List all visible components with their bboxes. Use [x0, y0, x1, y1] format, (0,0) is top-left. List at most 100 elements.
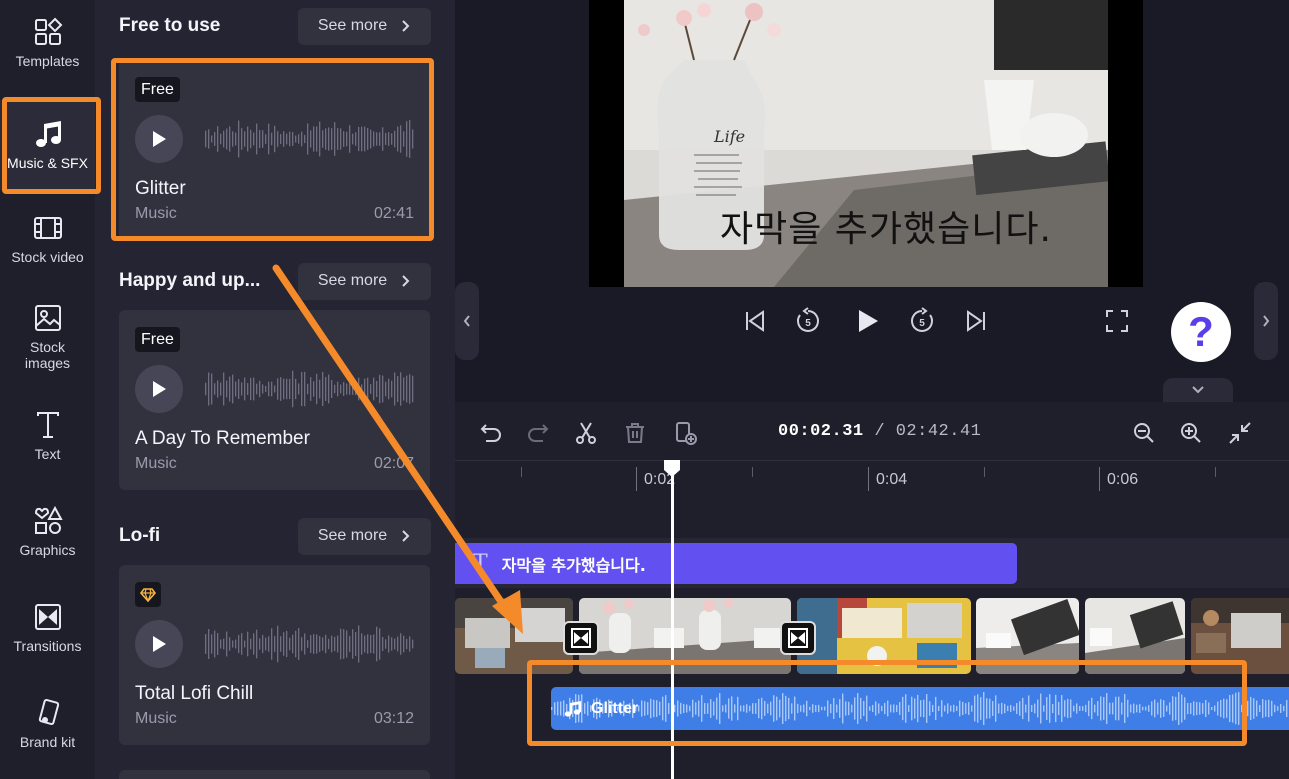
split-button[interactable]	[568, 415, 604, 451]
undo-button[interactable]	[473, 415, 509, 451]
expand-right-panel-button[interactable]	[1254, 282, 1278, 360]
templates-icon	[33, 17, 63, 47]
skip-to-start-button[interactable]	[737, 303, 773, 339]
video-clip[interactable]	[976, 598, 1079, 674]
transition-icon	[33, 602, 63, 632]
play-icon	[859, 310, 878, 332]
audio-clip-label: Glitter	[563, 687, 638, 730]
see-more-label: See more	[317, 17, 388, 34]
audio-library-panel: Free to use See more Free Glitter Music …	[95, 0, 455, 779]
ruler-label: 0:06	[1107, 471, 1139, 488]
audio-card-total-lofi-chill[interactable]: Total Lofi Chill Music 03:12	[119, 565, 430, 745]
see-more-button[interactable]: See more	[298, 7, 431, 45]
rewind-5-icon: 5	[797, 307, 819, 332]
free-badge: Free	[135, 77, 180, 102]
video-clip[interactable]	[455, 598, 573, 674]
chevron-right-icon	[1263, 315, 1270, 327]
skip-forward-icon	[967, 310, 985, 332]
chevron-right-icon	[402, 530, 410, 542]
track-category: Music	[135, 710, 177, 727]
help-button[interactable]: ?	[1171, 302, 1231, 362]
transition-icon	[788, 628, 808, 648]
zoom-in-button[interactable]	[1173, 415, 1209, 451]
audio-clip-name: Glitter	[591, 699, 639, 717]
see-more-button[interactable]: See more	[298, 262, 431, 300]
track-title: A Day To Remember	[135, 428, 310, 449]
sidebar-item-label: Templates	[15, 53, 80, 69]
skip-to-end-button[interactable]	[958, 303, 994, 339]
fullscreen-button[interactable]	[1099, 303, 1135, 339]
play-icon	[153, 381, 166, 397]
video-clip[interactable]	[1085, 598, 1185, 674]
track-duration: 02:41	[373, 205, 414, 222]
left-sidebar: Templates Music & SFX Stock video Stock …	[0, 0, 95, 779]
text-clip-label: 자막을 추가했습니다.	[501, 555, 646, 575]
section-header: Lo-fi See more	[119, 517, 431, 555]
video-clip[interactable]	[579, 598, 791, 674]
playhead-handle[interactable]	[662, 458, 682, 478]
play-preview-button[interactable]	[135, 620, 183, 668]
sidebar-item-transitions[interactable]: Transitions	[0, 585, 95, 671]
trash-icon	[626, 423, 644, 443]
sidebar-item-music-sfx[interactable]: Music & SFX	[0, 100, 95, 190]
text-t-icon	[33, 410, 63, 440]
play-preview-button[interactable]	[135, 115, 183, 163]
shapes-icon	[33, 506, 63, 536]
fit-timeline-button[interactable]	[1222, 415, 1258, 451]
rewind-5s-button[interactable]: 5	[790, 303, 826, 339]
preview-stage: Life 자막을 추가했습니다. 5 5 ?	[455, 0, 1289, 402]
audio-card-a-day-to-remember[interactable]: Free A Day To Remember Music 02:07	[119, 310, 430, 490]
audio-card-partial[interactable]	[119, 770, 430, 779]
forward-5s-button[interactable]: 5	[904, 303, 940, 339]
timeline-panel: 00:02.31 / 02:42.41 0:02 0:04 0:06 T 자막을…	[455, 402, 1289, 779]
play-button[interactable]	[849, 303, 885, 339]
waveform	[205, 625, 414, 663]
fullscreen-icon	[1106, 310, 1128, 332]
time-separator: /	[863, 422, 896, 441]
playhead[interactable]	[671, 474, 674, 779]
waveform	[205, 370, 414, 408]
zoom-out-icon	[1134, 423, 1154, 443]
audio-clip-glitter[interactable]: Glitter	[551, 687, 1289, 730]
sidebar-item-brand-kit[interactable]: Brand kit	[0, 681, 95, 767]
sidebar-item-stock-video[interactable]: Stock video	[0, 196, 95, 282]
collapse-left-panel-button[interactable]	[455, 282, 479, 360]
sidebar-item-graphics[interactable]: Graphics	[0, 489, 95, 575]
sidebar-item-text[interactable]: Text	[0, 393, 95, 479]
time-ruler[interactable]: 0:02 0:04 0:06	[455, 460, 1289, 502]
section-title: Happy and up...	[119, 270, 261, 291]
section-header: Free to use See more	[119, 7, 431, 45]
see-more-label: See more	[317, 527, 388, 544]
redo-button[interactable]	[520, 415, 556, 451]
see-more-button[interactable]: See more	[298, 517, 431, 555]
collapse-arrows-icon	[1229, 422, 1251, 444]
video-clip[interactable]	[1191, 598, 1289, 674]
scissors-icon	[576, 422, 596, 444]
zoom-in-icon	[1181, 423, 1201, 443]
caption-overlay[interactable]: 자막을 추가했습니다.	[720, 200, 1052, 252]
transition-marker[interactable]	[563, 621, 599, 655]
video-clip[interactable]	[797, 598, 971, 674]
skip-back-icon	[746, 310, 764, 332]
audio-waveform	[551, 692, 1288, 725]
section-title: Free to use	[119, 15, 221, 36]
delete-button[interactable]	[617, 415, 653, 451]
redo-icon	[528, 424, 549, 442]
image-icon	[33, 303, 63, 333]
question-mark-icon: ?	[1188, 308, 1214, 355]
sidebar-item-templates[interactable]: Templates	[0, 0, 95, 86]
transition-marker[interactable]	[780, 621, 816, 655]
chevron-left-icon	[463, 315, 470, 327]
track-category: Music	[135, 205, 177, 222]
video-preview[interactable]: Life 자막을 추가했습니다.	[589, 0, 1143, 287]
audio-card-glitter[interactable]: Free Glitter Music 02:41	[119, 60, 430, 240]
sidebar-item-label: Brand kit	[19, 734, 76, 750]
collapse-timeline-button[interactable]	[1163, 378, 1233, 402]
zoom-out-button[interactable]	[1126, 415, 1162, 451]
sidebar-item-label: Text	[34, 446, 61, 462]
sidebar-item-stock-images[interactable]: Stock images	[0, 287, 95, 387]
text-clip[interactable]: T 자막을 추가했습니다.	[455, 543, 1017, 584]
sidebar-item-label: Stock video	[11, 249, 84, 265]
play-preview-button[interactable]	[135, 365, 183, 413]
duplicate-button[interactable]	[667, 415, 703, 451]
